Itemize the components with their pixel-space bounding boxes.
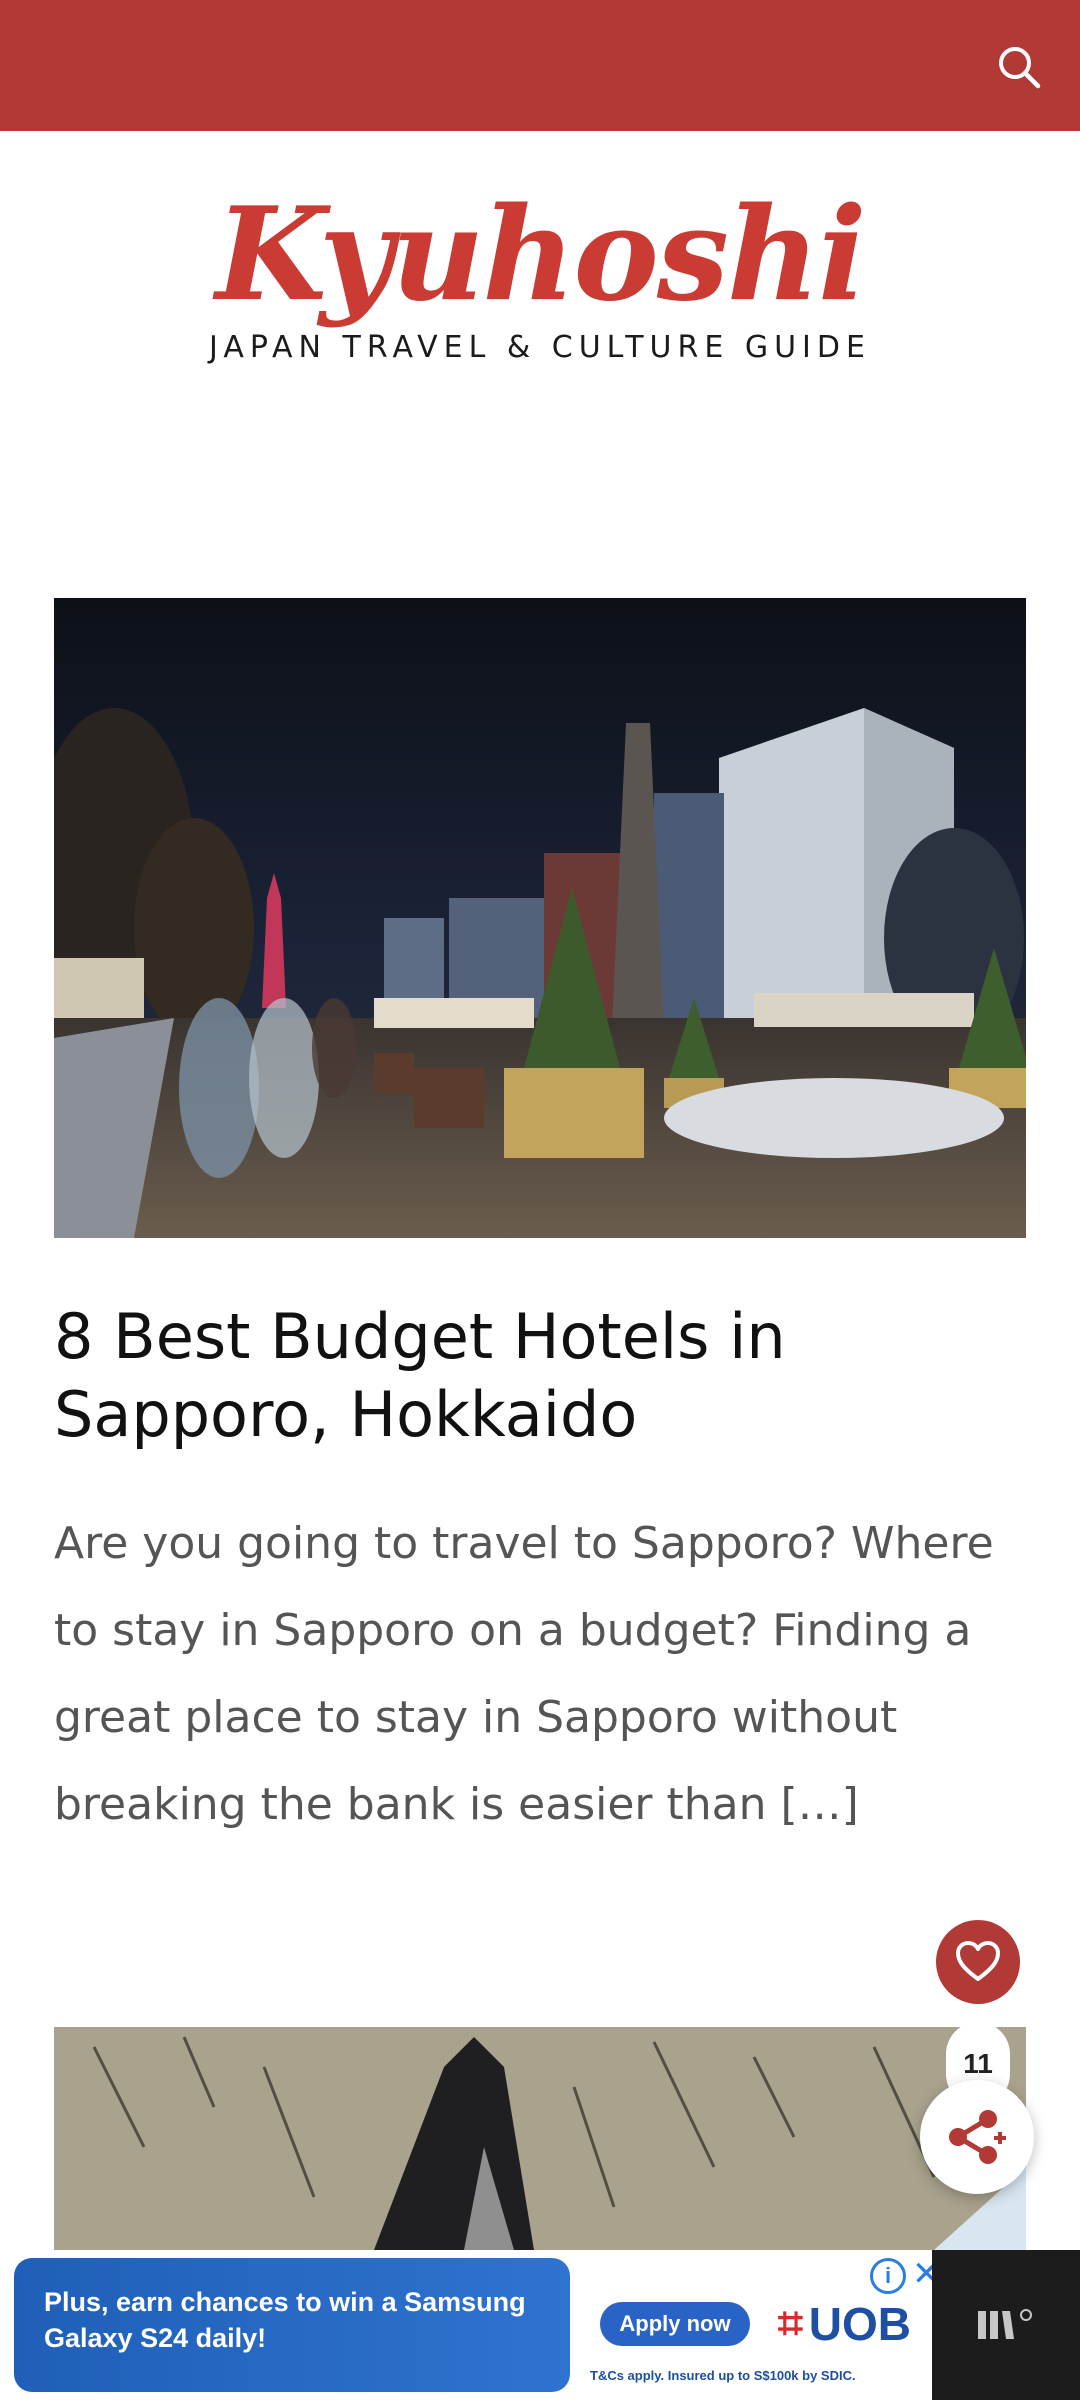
ad-brand-logo: ⌗ UOB — [778, 2296, 932, 2352]
ad-network-panel — [932, 2250, 1080, 2400]
site-tagline: JAPAN TRAVEL & CULTURE GUIDE — [209, 330, 871, 365]
post-excerpt: Are you going to travel to Sapporo? Wher… — [54, 1518, 994, 1830]
search-icon — [999, 47, 1041, 89]
post-featured-image[interactable] — [54, 598, 1026, 1238]
ad-apply-button[interactable]: Apply now — [600, 2302, 750, 2346]
site-branding: Kyuhoshi JAPAN TRAVEL & CULTURE GUIDE — [0, 180, 1080, 365]
site-logo[interactable]: Kyuhoshi — [0, 180, 1080, 330]
info-icon[interactable]: i — [870, 2258, 906, 2294]
ad-banner[interactable]: Plus, earn chances to win a Samsung Gala… — [0, 2250, 1080, 2400]
ad-network-logo-icon — [978, 2309, 1032, 2339]
heart-icon — [956, 1941, 1000, 1981]
share-icon — [949, 2110, 1006, 2164]
ad-brand-text: UOB — [808, 2298, 912, 2350]
post-featured-image-2[interactable] — [54, 2027, 1026, 2250]
top-bar — [0, 0, 1080, 131]
favorite-button[interactable] — [936, 1920, 1020, 2004]
search-button[interactable] — [982, 30, 1056, 104]
share-button[interactable] — [920, 2080, 1034, 2194]
ad-disclaimer: T&Cs apply. Insured up to S$100k by SDIC… — [590, 2368, 856, 2383]
ad-promo[interactable]: Plus, earn chances to win a Samsung Gala… — [14, 2258, 570, 2392]
post-title[interactable]: 8 Best Budget Hotels in Sapporo, Hokkaid… — [54, 1298, 1026, 1454]
uob-mark-icon: ⌗ — [778, 2299, 803, 2348]
